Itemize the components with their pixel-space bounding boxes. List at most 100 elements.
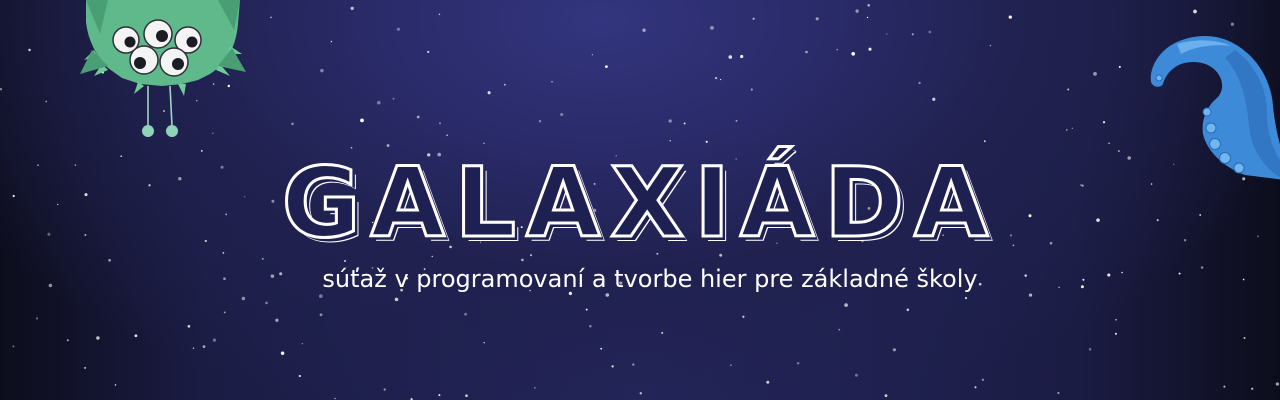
star <box>464 312 468 316</box>
star <box>383 388 386 391</box>
star <box>416 115 420 119</box>
star <box>719 78 722 81</box>
star <box>377 100 381 105</box>
star <box>538 119 542 123</box>
star <box>892 348 896 352</box>
star <box>928 30 932 34</box>
star <box>438 394 441 397</box>
star <box>265 301 268 305</box>
star <box>1057 391 1060 395</box>
star <box>815 17 819 21</box>
star <box>918 81 921 85</box>
star <box>632 363 635 366</box>
star <box>270 16 272 19</box>
star <box>96 336 100 340</box>
star <box>1115 319 1117 321</box>
star <box>392 97 395 100</box>
star <box>301 343 303 345</box>
star <box>844 303 848 307</box>
star <box>742 315 745 318</box>
star <box>426 50 430 54</box>
star <box>797 362 800 365</box>
star <box>964 297 968 300</box>
star <box>1275 382 1280 386</box>
star <box>854 373 858 377</box>
star <box>28 48 31 52</box>
star <box>867 3 871 7</box>
star <box>669 140 671 142</box>
star <box>1067 88 1070 91</box>
star <box>668 119 672 123</box>
star <box>981 378 985 381</box>
star <box>212 338 217 342</box>
star <box>661 331 664 334</box>
star <box>223 311 226 314</box>
star <box>886 33 888 35</box>
star <box>974 386 977 389</box>
star <box>134 334 138 338</box>
star <box>1071 127 1073 129</box>
star <box>1008 15 1012 19</box>
star <box>705 140 708 143</box>
star <box>275 318 279 322</box>
star <box>740 54 744 59</box>
page-subtitle: súťaž v programovaní a tvorbe hier pre z… <box>322 265 978 293</box>
star <box>750 88 753 91</box>
star <box>838 328 841 331</box>
star <box>446 134 448 136</box>
star <box>298 374 301 378</box>
star <box>639 392 643 395</box>
star <box>766 380 770 384</box>
star <box>855 9 859 13</box>
star <box>12 345 15 348</box>
star <box>728 55 733 59</box>
star <box>983 140 986 143</box>
star <box>334 397 336 400</box>
star <box>1093 72 1097 76</box>
star <box>600 347 603 350</box>
star <box>360 118 364 123</box>
star <box>438 13 441 16</box>
star <box>714 76 718 80</box>
star <box>1108 142 1110 145</box>
star <box>868 47 872 51</box>
star <box>319 313 323 317</box>
star <box>1102 121 1106 124</box>
star <box>503 83 506 86</box>
star <box>642 28 646 32</box>
star <box>752 17 755 20</box>
star <box>805 50 808 54</box>
star <box>730 364 732 366</box>
star <box>591 53 594 56</box>
star <box>202 345 206 348</box>
star <box>585 308 588 311</box>
star <box>330 40 333 43</box>
star <box>989 44 992 47</box>
star <box>0 87 3 91</box>
star <box>611 365 614 368</box>
star <box>551 81 553 83</box>
star <box>84 366 87 369</box>
star <box>66 339 69 342</box>
star <box>534 387 536 389</box>
star <box>114 384 117 386</box>
star <box>932 97 936 101</box>
star <box>1114 332 1117 335</box>
star <box>589 325 592 328</box>
star <box>1066 129 1068 131</box>
star <box>866 16 869 19</box>
star <box>683 122 686 125</box>
star <box>280 351 285 356</box>
star <box>192 347 195 350</box>
star <box>291 122 294 126</box>
star <box>710 26 714 30</box>
star <box>350 6 354 11</box>
star <box>439 122 441 125</box>
star <box>1251 387 1254 390</box>
star <box>241 296 246 301</box>
star <box>394 297 399 302</box>
star <box>45 100 48 103</box>
star <box>836 49 838 51</box>
star <box>560 113 564 116</box>
star <box>906 308 910 312</box>
